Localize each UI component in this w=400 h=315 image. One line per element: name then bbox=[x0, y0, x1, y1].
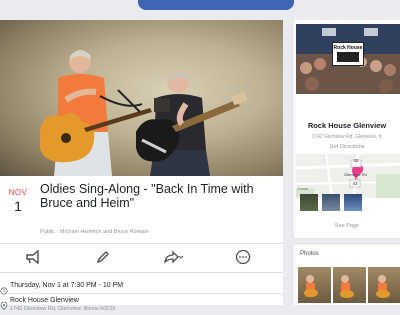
event-actions bbox=[0, 244, 283, 270]
venue-page-title[interactable]: Rock House Glenview bbox=[294, 121, 400, 130]
event-hosts: Public · Michael Heimlich and Bruce Roma… bbox=[40, 229, 149, 235]
venue-cover-photo[interactable]: Rock House bbox=[296, 24, 400, 94]
more-icon[interactable] bbox=[234, 248, 252, 266]
event-date: NOV 1 bbox=[8, 188, 28, 214]
left-musician bbox=[40, 50, 152, 176]
venue-name[interactable]: Rock House Glenview bbox=[10, 297, 79, 304]
venue-thumbnail[interactable] bbox=[344, 194, 362, 211]
get-directions-link[interactable]: Get Directions bbox=[294, 144, 400, 150]
megaphone-icon[interactable] bbox=[24, 248, 42, 266]
pencil-icon[interactable] bbox=[94, 248, 112, 266]
photo-thumbnail[interactable] bbox=[333, 267, 366, 303]
event-title: Oldies Sing-Along - "Back In Time with B… bbox=[40, 182, 254, 210]
event-cover-photo bbox=[0, 20, 283, 176]
venue-thumbnail[interactable] bbox=[322, 194, 340, 211]
venue-logo: Rock House bbox=[332, 42, 364, 66]
amp bbox=[154, 98, 170, 112]
divider bbox=[0, 272, 283, 273]
pin-icon bbox=[0, 297, 8, 311]
venue-thumbnail[interactable] bbox=[300, 194, 318, 211]
clock-icon bbox=[0, 282, 8, 295]
photo-thumbnail[interactable] bbox=[368, 267, 400, 303]
venue-map[interactable]: 42 43 Glenview Rd Local bbox=[296, 154, 400, 198]
share-icon[interactable] bbox=[162, 248, 184, 266]
event-card: NOV 1 Oldies Sing-Along - "Back In Time … bbox=[0, 20, 283, 312]
event-month: NOV bbox=[8, 188, 28, 197]
photos-title: Photos bbox=[300, 251, 319, 257]
see-page-link[interactable]: See Page bbox=[294, 223, 400, 229]
venue-address: 1742 Glenview Rd, Glenview, Illinois 600… bbox=[10, 306, 116, 312]
map-label: Local bbox=[298, 186, 308, 191]
top-bar bbox=[0, 0, 400, 12]
nav-bar bbox=[138, 0, 294, 10]
event-day: 1 bbox=[14, 198, 22, 214]
map-road-marker: 43 bbox=[352, 181, 358, 186]
map-label: Glenview Rd bbox=[344, 172, 367, 177]
venue-card: Rock House Rock House Glenview 1742 Glen… bbox=[294, 20, 400, 238]
event-time: Thursday, Nov 1 at 7:30 PM - 10 PM bbox=[10, 282, 124, 289]
photo-thumbnail[interactable] bbox=[298, 267, 331, 303]
photos-card: Photos bbox=[294, 245, 400, 305]
right-musician bbox=[136, 71, 248, 176]
map-road-marker: 42 bbox=[353, 158, 359, 163]
venue-logo-text: Rock House bbox=[333, 45, 363, 51]
divider bbox=[8, 293, 283, 294]
venue-page-address: 1742 Glenview Rd, Glenview, IL bbox=[311, 134, 383, 140]
